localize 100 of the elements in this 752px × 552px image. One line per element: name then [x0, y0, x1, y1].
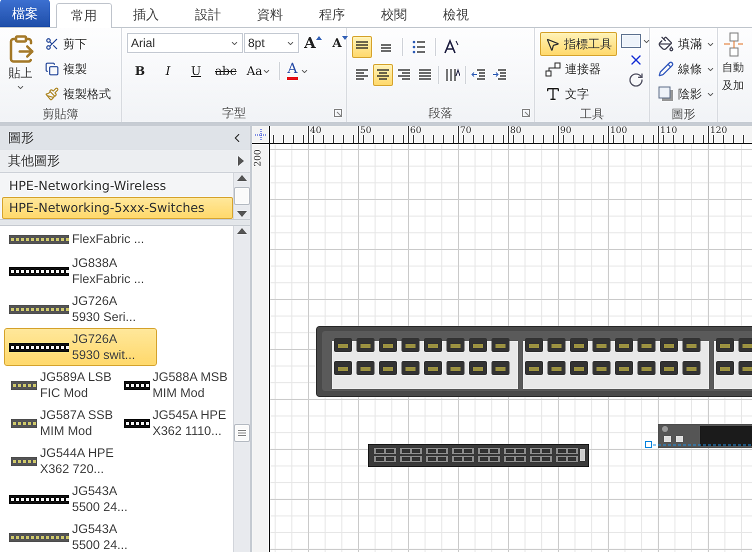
grow-font-button[interactable]: A: [300, 32, 326, 54]
font-name-field[interactable]: Arial: [127, 33, 243, 53]
switch-thumbnail: [124, 380, 150, 390]
group-label: 剪貼簿: [42, 106, 78, 123]
cut-button[interactable]: 剪下: [40, 32, 116, 56]
shape-item[interactable]: JG543A 5500 24...: [4, 480, 157, 518]
text-tool-button[interactable]: 文字: [540, 82, 617, 106]
case-button[interactable]: Aa: [242, 60, 276, 82]
shape-item[interactable]: JG589A LSB FIC Mod: [4, 366, 116, 404]
scissors-icon: [45, 37, 59, 51]
shape-label: JG543A 5500 24...: [72, 483, 128, 515]
shape-label: JG838A FlexFabric ...: [72, 255, 144, 287]
shape-label: JG588A MSB MIM Mod: [152, 369, 228, 401]
auto-align-icon: [722, 32, 744, 58]
switch-thumbnail: [11, 380, 37, 390]
bold-button[interactable]: B: [127, 60, 153, 82]
shape-label: JG726A 5930 Seri...: [72, 293, 136, 325]
ruler-label: 100: [610, 126, 628, 136]
italic-button[interactable]: I: [155, 60, 181, 82]
dialog-launcher-icon[interactable]: [522, 109, 530, 117]
up-triangle-icon: [316, 36, 322, 40]
shape-item[interactable]: JG545A HPE X362 1110...: [116, 404, 229, 442]
group-label: 圖形: [672, 106, 696, 123]
group-label: 工具: [580, 106, 604, 123]
text-tool-icon: [545, 86, 561, 102]
switch-thumbnail: [9, 234, 69, 244]
shape-label: JG726A 5930 swit...: [72, 331, 136, 363]
rectangle-tool-button[interactable]: [621, 34, 651, 48]
font-size-field[interactable]: 8pt: [244, 33, 299, 53]
shape-label: FlexFabric ...: [72, 231, 144, 247]
shrink-font-button[interactable]: A: [327, 32, 353, 54]
shape-label: JG587A SSB MIM Mod: [40, 407, 113, 439]
scroll-up-icon[interactable]: [237, 175, 247, 181]
copy-button[interactable]: 複製: [40, 57, 116, 81]
underline-button[interactable]: U: [183, 60, 209, 82]
shape-label: JG545A HPE X362 1110...: [152, 407, 226, 439]
align-center-button[interactable]: [373, 64, 393, 86]
scroll-thumb[interactable]: [234, 187, 250, 205]
scrollbar[interactable]: [233, 226, 250, 552]
caret-icon: [16, 83, 25, 92]
shape-item[interactable]: JG588A MSB MIM Mod: [116, 366, 229, 404]
strike-button[interactable]: abc: [211, 60, 241, 82]
paste-button[interactable]: 貼上: [5, 32, 36, 106]
ribbon-tab[interactable]: 程序: [304, 2, 360, 27]
ribbon-tab[interactable]: 插入: [118, 2, 174, 27]
grip-icon: [238, 430, 246, 436]
paintbrush-icon: [45, 87, 59, 101]
shape-item[interactable]: JG587A SSB MIM Mod: [4, 404, 116, 442]
ribbon-tab[interactable]: 設計: [180, 2, 236, 27]
pencil-icon: [658, 61, 674, 77]
align-top-button[interactable]: [352, 36, 372, 58]
down-triangle-icon: [342, 36, 348, 40]
dialog-launcher-icon[interactable]: [334, 109, 342, 117]
format-button[interactable]: 複製格式: [40, 82, 116, 106]
line-button[interactable]: 線條: [655, 57, 718, 81]
connector-tool-button[interactable]: 連接器: [540, 57, 617, 81]
ribbon-tab[interactable]: 常用: [56, 3, 112, 28]
text-size-icon: [444, 39, 460, 55]
switch-thumbnail: [9, 532, 69, 542]
switch-thumbnail: [9, 304, 69, 314]
shape-item[interactable]: FlexFabric ...: [4, 226, 157, 252]
paint-bucket-icon: [658, 36, 674, 52]
shape-item[interactable]: JG726A 5930 swit...: [4, 328, 157, 366]
ruler-label: 50: [360, 126, 372, 136]
stencil-item[interactable]: HPE-Networking-5xxx-Switches: [2, 196, 233, 219]
file-tab[interactable]: 檔案: [0, 0, 50, 27]
ribbon-tab[interactable]: 檢視: [428, 2, 484, 27]
rectangle-icon: [621, 34, 641, 48]
shape-item[interactable]: JG726A 5930 Seri...: [4, 290, 157, 328]
ribbon-tab[interactable]: 資料: [242, 2, 298, 27]
stencil-item[interactable]: HPE-Networking-Wireless: [2, 174, 233, 196]
ruler-label: 40: [310, 126, 322, 136]
font-color-button[interactable]: A: [284, 60, 312, 82]
shadow-icon: [658, 86, 674, 102]
shape-label: JG544A HPE X362 720...: [40, 445, 114, 477]
shape-item[interactable]: JG544A HPE X362 720...: [4, 442, 116, 480]
rotate-icon[interactable]: [628, 72, 644, 88]
switch-thumbnail: [11, 456, 37, 466]
auto-align-label[interactable]: 自動: [722, 60, 744, 76]
shadow-button[interactable]: 陰影: [655, 82, 718, 106]
ribbon-tab[interactable]: 校閱: [366, 2, 422, 27]
pointer-tool-button[interactable]: 指標工具: [540, 32, 617, 56]
bullets-icon: [411, 39, 427, 55]
shape-label: JG543A 5500 24...: [72, 521, 128, 552]
crosshair-icon: [254, 128, 266, 140]
scroll-thumb[interactable]: [234, 424, 250, 442]
shape-item[interactable]: JG838A FlexFabric ...: [4, 252, 157, 290]
switch-thumbnail: [9, 342, 69, 352]
more-shapes-item[interactable]: 其他圖形: [0, 150, 250, 173]
scroll-down-icon[interactable]: [237, 211, 247, 217]
ruler-label: 90: [560, 126, 572, 136]
group-label: 段落: [428, 104, 452, 122]
switch-thumbnail: [11, 418, 37, 428]
scrollbar[interactable]: [233, 173, 250, 219]
right-triangle-icon: [238, 156, 244, 166]
scroll-up-icon[interactable]: [237, 228, 247, 234]
auto-align-label[interactable]: 及加: [722, 78, 744, 94]
fill-button[interactable]: 填滿: [655, 32, 718, 56]
shape-item[interactable]: JG543A 5500 24...: [4, 518, 157, 552]
ruler-label: 70: [460, 126, 472, 136]
